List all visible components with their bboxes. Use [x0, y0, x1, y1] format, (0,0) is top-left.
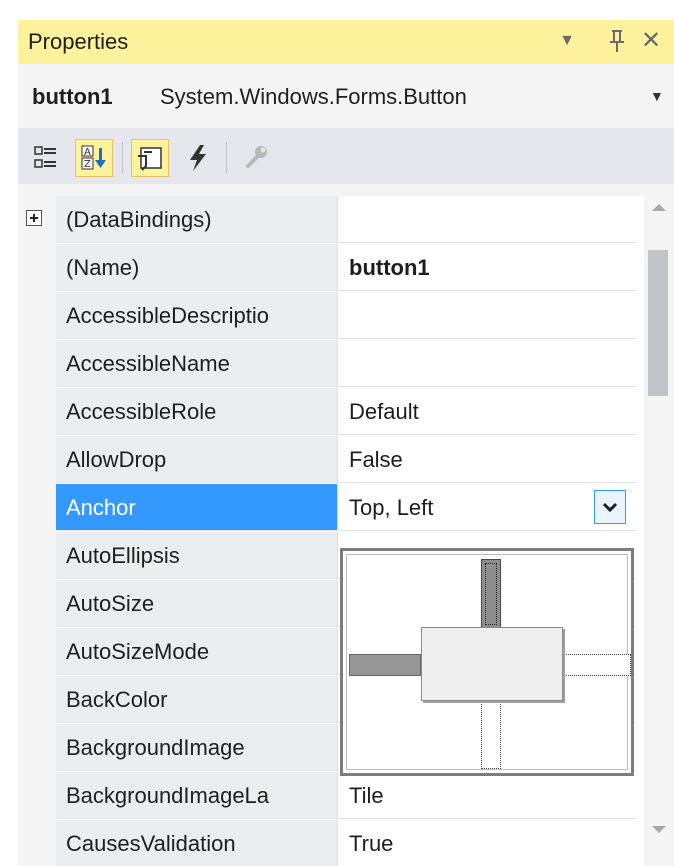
row-gutter [18, 580, 56, 628]
vertical-scrollbar[interactable] [644, 196, 674, 866]
property-value[interactable] [338, 340, 636, 387]
property-name[interactable]: Anchor [56, 484, 338, 531]
property-row[interactable]: (Name) button1 [18, 244, 644, 292]
property-row[interactable]: AccessibleDescriptio [18, 292, 644, 340]
row-gutter [18, 196, 56, 244]
property-name[interactable]: AccessibleName [56, 340, 338, 387]
row-gutter [18, 676, 56, 724]
toolbar-separator [122, 142, 123, 174]
anchor-control-preview [421, 627, 563, 701]
property-name[interactable]: AutoSize [56, 580, 338, 627]
property-name[interactable]: AccessibleRole [56, 388, 338, 435]
property-name[interactable]: CausesValidation [56, 820, 338, 866]
close-icon[interactable]: ✕ [638, 26, 664, 56]
window-position-dropdown-icon[interactable]: ▼ [554, 26, 580, 56]
title-bar: Properties ▼ ✕ [18, 20, 674, 64]
properties-window: Properties ▼ ✕ button1 System.Windows.Fo… [18, 20, 674, 866]
property-row[interactable]: CausesValidation True [18, 820, 644, 866]
properties-icon[interactable] [131, 139, 169, 177]
chevron-down-icon[interactable]: ▼ [650, 88, 664, 104]
property-row[interactable]: BackgroundImageLa Tile [18, 772, 644, 820]
property-value[interactable] [338, 292, 636, 339]
anchor-bottom-toggle[interactable] [481, 699, 501, 769]
properties-toolbar: A Z [18, 128, 674, 184]
property-name[interactable]: AllowDrop [56, 436, 338, 483]
property-value[interactable] [338, 196, 636, 243]
property-value[interactable]: Tile [338, 772, 636, 819]
row-gutter [18, 436, 56, 484]
property-row[interactable]: AccessibleName [18, 340, 644, 388]
property-name[interactable]: (Name) [56, 244, 338, 291]
property-grid: (DataBindings) (Name) button1 Accessible… [18, 196, 644, 866]
categorized-icon[interactable] [28, 140, 64, 176]
property-name[interactable]: AccessibleDescriptio [56, 292, 338, 339]
row-gutter [18, 532, 56, 580]
property-row[interactable]: AllowDrop False [18, 436, 644, 484]
row-gutter [18, 772, 56, 820]
object-type: System.Windows.Forms.Button [160, 84, 467, 109]
property-name[interactable]: BackColor [56, 676, 338, 723]
property-row-selected[interactable]: Anchor Top, Left [18, 484, 644, 532]
anchor-editor-frame [346, 554, 631, 770]
row-gutter [18, 628, 56, 676]
row-gutter [18, 340, 56, 388]
anchor-top-toggle[interactable] [481, 559, 501, 629]
row-gutter [18, 820, 56, 866]
row-gutter [18, 292, 56, 340]
property-name[interactable]: BackgroundImageLa [56, 772, 338, 819]
toolbar-separator [226, 142, 227, 174]
anchor-left-toggle[interactable] [349, 654, 421, 676]
window-title: Properties [28, 29, 129, 54]
anchor-dropdown-button[interactable] [594, 490, 626, 524]
property-pages-icon[interactable] [238, 140, 274, 176]
anchor-editor-popup [340, 548, 634, 776]
property-row[interactable]: (DataBindings) [18, 196, 644, 244]
property-row[interactable]: AccessibleRole Default [18, 388, 644, 436]
property-name[interactable]: BackgroundImage [56, 724, 338, 771]
property-value[interactable]: True [338, 820, 636, 866]
object-selector[interactable]: button1 System.Windows.Forms.Button ▼ [18, 76, 674, 116]
events-icon[interactable] [180, 140, 216, 176]
object-name: button1 [32, 84, 113, 109]
row-gutter [18, 724, 56, 772]
property-value[interactable]: Top, Left [338, 484, 636, 531]
scroll-down-icon[interactable] [652, 826, 666, 833]
row-gutter [18, 484, 56, 532]
svg-text:Z: Z [84, 159, 91, 170]
scrollbar-thumb[interactable] [648, 250, 668, 396]
property-value[interactable]: False [338, 436, 636, 483]
anchor-right-toggle[interactable] [561, 654, 631, 676]
row-gutter [18, 244, 56, 292]
property-name[interactable]: (DataBindings) [56, 196, 338, 243]
alphabetical-icon[interactable]: A Z [75, 139, 113, 177]
property-value[interactable]: button1 [338, 244, 636, 291]
row-gutter [18, 388, 56, 436]
property-name[interactable]: AutoEllipsis [56, 532, 338, 579]
pin-icon[interactable] [604, 26, 630, 56]
expand-icon[interactable] [26, 210, 42, 226]
property-value[interactable]: Default [338, 388, 636, 435]
svg-text:A: A [84, 147, 91, 158]
property-name[interactable]: AutoSizeMode [56, 628, 338, 675]
scroll-up-icon[interactable] [652, 204, 666, 211]
